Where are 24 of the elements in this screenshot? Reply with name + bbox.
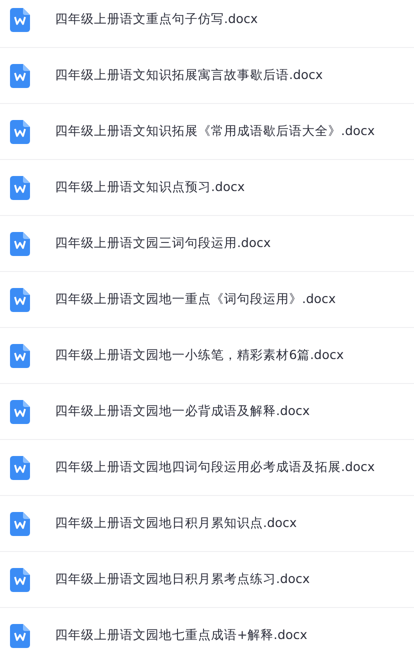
file-name[interactable]: 四年级上册语文园地一必背成语及解释.docx [55,403,310,420]
file-name[interactable]: 四年级上册语文园地日积月累知识点.docx [55,515,297,532]
file-name[interactable]: 四年级上册语文园地一小练笔，精彩素材6篇.docx [55,347,344,364]
file-name[interactable]: 四年级上册语文园地一重点《词句段运用》.docx [55,291,336,308]
document-icon [10,176,30,200]
document-icon [10,624,30,648]
document-icon [10,568,30,592]
document-icon [10,512,30,536]
document-icon [10,400,30,424]
document-icon [10,120,30,144]
file-name[interactable]: 四年级上册语文重点句子仿写.docx [55,11,258,28]
document-icon [10,288,30,312]
file-name[interactable]: 四年级上册语文知识拓展《常用成语歇后语大全》.docx [55,123,375,140]
document-icon [10,344,30,368]
document-icon [10,232,30,256]
file-name[interactable]: 四年级上册语文知识拓展寓言故事歇后语.docx [55,67,323,84]
document-icon [10,64,30,88]
file-name[interactable]: 四年级上册语文知识点预习.docx [55,179,245,196]
document-icon [10,8,30,32]
file-name[interactable]: 四年级上册语文园地四词句段运用必考成语及拓展.docx [55,459,375,476]
file-name[interactable]: 四年级上册语文园三词句段运用.docx [55,235,271,252]
file-name[interactable]: 四年级上册语文园地日积月累考点练习.docx [55,571,310,588]
file-name[interactable]: 四年级上册语文园地七重点成语+解释.docx [55,627,308,644]
document-icon [10,456,30,480]
